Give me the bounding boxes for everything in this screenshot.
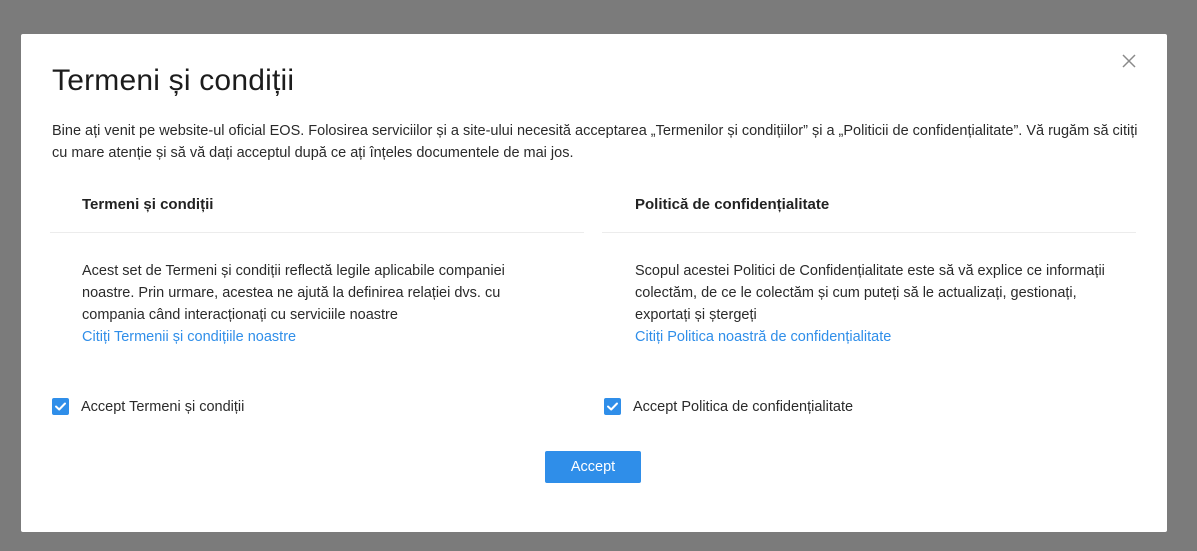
terms-accept-checkbox-row[interactable]: Accept Termeni și condiții xyxy=(52,398,244,415)
privacy-column: Politică de confidențialitate Scopul ace… xyxy=(602,186,1136,348)
privacy-accept-checkbox-row[interactable]: Accept Politica de confidențialitate xyxy=(604,398,853,415)
accept-button[interactable]: Accept xyxy=(545,451,641,483)
terms-heading: Termeni și condiții xyxy=(50,186,584,233)
privacy-accept-label: Accept Politica de confidențialitate xyxy=(633,398,854,415)
check-icon xyxy=(55,402,66,411)
terms-dialog: Termeni și condiții Bine ați venit pe we… xyxy=(21,34,1167,532)
terms-description: Acest set de Termeni și condiții reflect… xyxy=(82,263,505,323)
privacy-body: Scopul acestei Politici de Confidențiali… xyxy=(602,233,1136,348)
terms-link[interactable]: Citiți Termenii și condițiile noastre xyxy=(82,326,554,348)
terms-column: Termeni și condiții Acest set de Termeni… xyxy=(50,186,584,348)
intro-text: Bine ați venit pe website-ul oficial EOS… xyxy=(52,123,1138,161)
dialog-title: Termeni și condiții xyxy=(52,64,295,97)
terms-accept-checkbox[interactable] xyxy=(52,398,69,415)
privacy-link[interactable]: Citiți Politica noastră de confidențiali… xyxy=(635,326,1106,348)
privacy-heading: Politică de confidențialitate xyxy=(602,186,1136,233)
check-icon xyxy=(607,402,618,411)
privacy-accept-checkbox[interactable] xyxy=(604,398,621,415)
privacy-description: Scopul acestei Politici de Confidențiali… xyxy=(635,263,1105,323)
terms-accept-label: Accept Termeni și condiții xyxy=(81,398,245,415)
close-icon[interactable] xyxy=(1119,51,1139,71)
terms-body: Acest set de Termeni și condiții reflect… xyxy=(50,233,584,348)
